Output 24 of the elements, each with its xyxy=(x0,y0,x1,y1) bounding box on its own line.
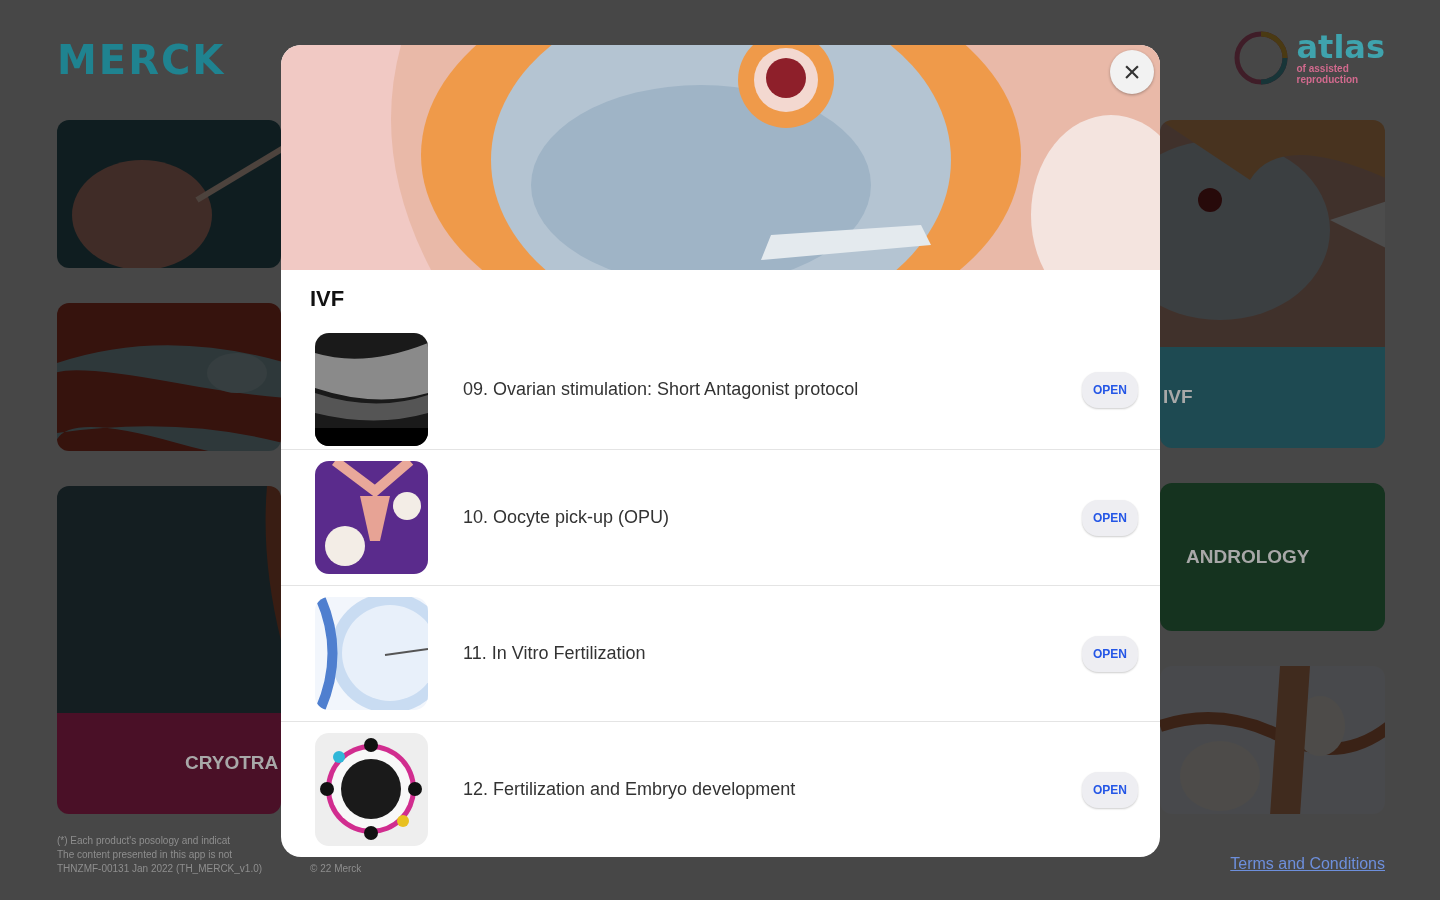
terms-link[interactable]: Terms and Conditions xyxy=(1230,852,1385,876)
footer-note: The content presented in this app is not xyxy=(57,848,233,862)
item-title: 11. In Vitro Fertilization xyxy=(463,642,647,665)
footer-note: (*) Each product's posology and indicat xyxy=(57,834,231,848)
item-title: 12. Fertilization and Embryo development xyxy=(463,778,797,801)
ring-icon xyxy=(1232,30,1289,86)
open-button[interactable]: OPEN xyxy=(1082,771,1138,808)
tile[interactable]: ANDROLOGY xyxy=(1160,483,1385,631)
brand-tagline: reproduction xyxy=(1296,74,1360,85)
brand-name: atlas xyxy=(1296,31,1385,63)
open-button[interactable]: OPEN xyxy=(1082,499,1138,536)
item-title: 09. Ovarian stimulation: Short Antagonist protocol xyxy=(463,378,860,401)
modal-title: IVF xyxy=(309,285,346,313)
logo: MERCK xyxy=(57,40,226,80)
brand-tagline: of assisted xyxy=(1296,63,1350,74)
tile-label-text: CRYOTRA xyxy=(185,751,279,776)
open-button[interactable]: OPEN xyxy=(1082,635,1138,672)
item-title: 10. Oocyte pick-up (OPU) xyxy=(463,506,671,529)
footer-note: THNZMF-00131 Jan 2022 (TH_MERCK_v1.0) xyxy=(57,862,263,876)
tile-label-text: ANDROLOGY xyxy=(1186,544,1310,569)
copyright: © 22 Merck xyxy=(310,862,362,876)
open-button[interactable]: OPEN xyxy=(1082,371,1138,408)
tile[interactable]: CRYOTRA xyxy=(57,486,281,814)
tile-label-text: IVF xyxy=(1163,385,1193,410)
